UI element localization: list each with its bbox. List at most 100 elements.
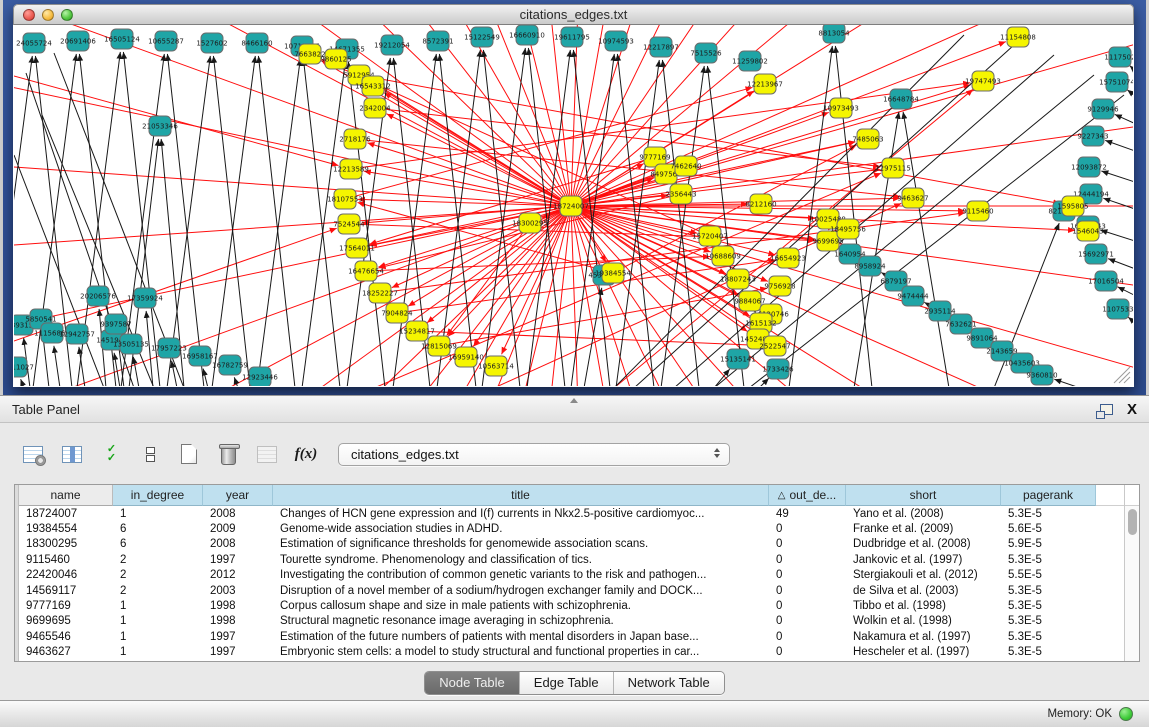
cell-in_degree[interactable]: 1 [113,598,203,613]
table-row[interactable]: 1830029562008Estimation of significance … [19,537,1139,552]
column-header-pagerank[interactable]: pagerank [1001,485,1096,506]
cell-pagerank[interactable]: 5.3E-5 [1001,506,1096,521]
cell-pagerank[interactable]: 5.3E-5 [1001,552,1096,567]
column-header-year[interactable]: year [203,485,273,506]
cell-name[interactable]: 14569117 [19,583,113,598]
cell-out_de[interactable]: 0 [769,583,846,598]
column-header-short[interactable]: short [846,485,1001,506]
cell-title[interactable]: Tourette syndrome. Phenomenology and cla… [273,552,769,567]
memory-status-icon[interactable] [1119,707,1133,721]
cell-out_de[interactable]: 0 [769,552,846,567]
column-header-title[interactable]: title [273,485,769,506]
table-row[interactable]: 2242004622012Investigating the contribut… [19,568,1139,583]
column-header-out_de[interactable]: △out_de... [769,485,846,506]
table-scrollbar[interactable] [1124,485,1139,661]
cell-in_degree[interactable]: 1 [113,645,203,660]
cell-name[interactable]: 18724007 [19,506,113,521]
zoom-window-button[interactable] [61,9,73,21]
cell-short[interactable]: Hescheler et al. (1997) [846,645,1001,660]
cell-in_degree[interactable]: 6 [113,537,203,552]
cell-in_degree[interactable]: 1 [113,614,203,629]
table-row[interactable]: 1938455462009Genome-wide association stu… [19,521,1139,536]
cell-in_degree[interactable]: 1 [113,629,203,644]
network-view-window[interactable]: citations_edges.txt 18724007240557242069… [13,4,1134,387]
cell-pagerank[interactable]: 5.3E-5 [1001,614,1096,629]
table-settings-icon[interactable] [20,442,46,466]
cell-in_degree[interactable]: 6 [113,521,203,536]
cell-year[interactable]: 1998 [203,614,273,629]
cell-short[interactable]: Dudbridge et al. (2008) [846,537,1001,552]
cell-year[interactable]: 1997 [203,629,273,644]
cell-title[interactable]: Changes of HCN gene expression and I(f) … [273,506,769,521]
cell-out_de[interactable]: 0 [769,598,846,613]
cell-pagerank[interactable]: 5.3E-5 [1001,629,1096,644]
cell-name[interactable]: 19384554 [19,521,113,536]
network-graph[interactable]: 1872400724055724206914061650512410655287… [14,25,1133,386]
cell-year[interactable]: 2008 [203,506,273,521]
table-row[interactable]: 1456911722003Disruption of a novel membe… [19,583,1139,598]
cell-title[interactable]: Corpus callosum shape and size in male p… [273,598,769,613]
column-header-in_degree[interactable]: in_degree [113,485,203,506]
cell-year[interactable]: 2012 [203,568,273,583]
cell-year[interactable]: 1997 [203,645,273,660]
table-select-dropdown[interactable]: citations_edges.txt [338,443,730,466]
cell-name[interactable]: 9699695 [19,614,113,629]
cell-title[interactable]: Estimation of the future numbers of pati… [273,629,769,644]
cell-in_degree[interactable]: 2 [113,583,203,598]
cell-short[interactable]: de Silva et al. (2003) [846,583,1001,598]
cell-pagerank[interactable]: 5.3E-5 [1001,645,1096,660]
cell-title[interactable]: Investigating the contribution of common… [273,568,769,583]
toggle-rows-icon[interactable] [137,442,163,466]
cell-short[interactable]: Stergiakouli et al. (2012) [846,568,1001,583]
cell-name[interactable]: 9777169 [19,598,113,613]
window-titlebar[interactable]: citations_edges.txt [13,4,1134,25]
cell-year[interactable]: 1998 [203,598,273,613]
cell-out_de[interactable]: 49 [769,506,846,521]
row-selection-icon[interactable]: ✓✓ [98,442,124,466]
splitter-collapse-icon[interactable] [570,398,578,403]
cell-year[interactable]: 2008 [203,537,273,552]
cell-short[interactable]: Nakamura et al. (1997) [846,629,1001,644]
cell-title[interactable]: Structural magnetic resonance image aver… [273,614,769,629]
cell-short[interactable]: Tibbo et al. (1998) [846,598,1001,613]
cell-short[interactable]: Jankovic et al. (1997) [846,552,1001,567]
cell-name[interactable]: 18300295 [19,537,113,552]
cell-name[interactable]: 9465546 [19,629,113,644]
network-canvas[interactable]: 1872400724055724206914061650512410655287… [14,25,1133,386]
close-panel-icon[interactable]: X [1127,402,1137,417]
cell-out_de[interactable]: 0 [769,568,846,583]
cell-out_de[interactable]: 0 [769,537,846,552]
column-header-name[interactable]: name [19,485,113,506]
cell-name[interactable]: 9463627 [19,645,113,660]
cell-out_de[interactable]: 0 [769,614,846,629]
cell-pagerank[interactable]: 5.9E-5 [1001,537,1096,552]
cell-out_de[interactable]: 0 [769,645,846,660]
column-visibility-icon[interactable] [59,442,85,466]
cell-pagerank[interactable]: 5.6E-5 [1001,521,1096,536]
cell-short[interactable]: Yano et al. (2008) [846,506,1001,521]
cell-short[interactable]: Wolkin et al. (1998) [846,614,1001,629]
minimize-window-button[interactable] [42,9,54,21]
table-row[interactable]: 1872400712008Changes of HCN gene express… [19,506,1139,521]
table-row[interactable]: 911546021997Tourette syndrome. Phenomeno… [19,552,1139,567]
tab-edge-table[interactable]: Edge Table [520,672,614,694]
cell-out_de[interactable]: 0 [769,629,846,644]
cell-title[interactable]: Disruption of a novel member of a sodium… [273,583,769,598]
cell-title[interactable]: Embryonic stem cells: a model to study s… [273,645,769,660]
cell-title[interactable]: Genome-wide association studies in ADHD. [273,521,769,536]
delete-table-icon[interactable] [215,442,241,466]
cell-year[interactable]: 2003 [203,583,273,598]
cell-in_degree[interactable]: 1 [113,506,203,521]
cell-pagerank[interactable]: 5.3E-5 [1001,583,1096,598]
table-row[interactable]: 946362711997Embryonic stem cells: a mode… [19,645,1139,660]
table-row[interactable]: 977716911998Corpus callosum shape and si… [19,598,1139,613]
new-table-icon[interactable] [176,442,202,466]
import-table-icon[interactable] [254,442,280,466]
table-row[interactable]: 946554611997Estimation of the future num… [19,629,1139,644]
scrollbar-thumb[interactable] [1128,509,1137,535]
float-panel-icon[interactable] [1100,404,1113,415]
cell-year[interactable]: 1997 [203,552,273,567]
close-window-button[interactable] [23,9,35,21]
cell-year[interactable]: 2009 [203,521,273,536]
cell-name[interactable]: 22420046 [19,568,113,583]
